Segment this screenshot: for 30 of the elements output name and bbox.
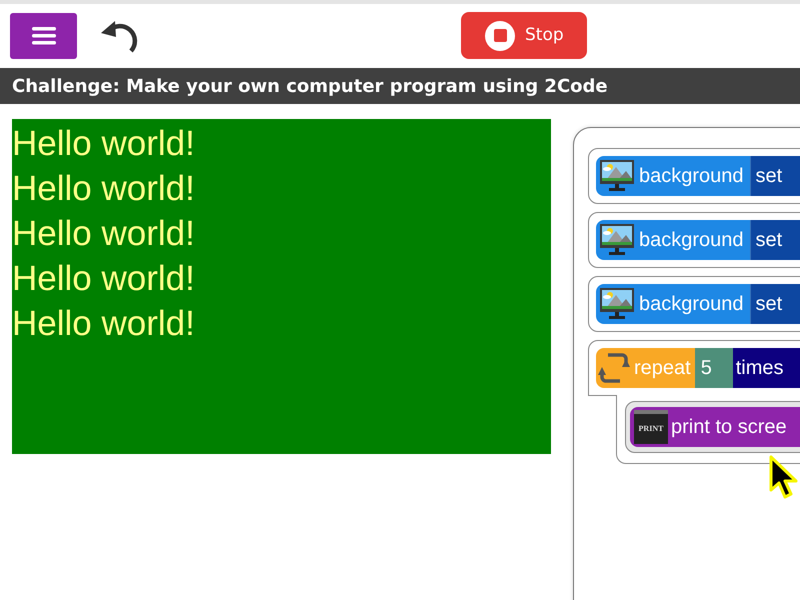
challenge-title: Challenge: Make your own computer program using 2Code [12,74,608,98]
monitor-landscape-icon [599,223,635,257]
menu-button[interactable] [10,13,77,59]
stop-icon [485,20,515,50]
block-label: times [732,348,800,388]
monitor-landscape-icon [599,287,635,321]
set-option[interactable]: set [750,284,800,324]
count-field[interactable]: 5 [694,348,733,388]
block-label: background [639,292,745,317]
set-option[interactable]: set [750,220,800,260]
monitor-landscape-icon [599,159,635,193]
repeat-block[interactable]: repeat 5 times [596,348,800,388]
set-option[interactable]: set [750,156,800,196]
stop-button[interactable]: Stop [461,12,587,59]
block-label: background [639,164,745,189]
background-block[interactable]: background set [596,284,800,324]
print-block[interactable]: PRINT print to scree [630,407,800,447]
loop-arrows-icon [598,351,630,385]
print-screen-icon: PRINT [634,410,668,444]
output-line: Hello world! [12,168,195,210]
output-line: Hello world! [12,303,195,345]
block-label: repeat [634,356,692,381]
output-line: Hello world! [12,258,195,300]
output-line: Hello world! [12,213,195,255]
block-label: print to scree [671,415,788,440]
background-block[interactable]: background set [596,156,800,196]
block-label: background [639,228,745,253]
output-line: Hello world! [12,123,195,165]
menu-icon [32,27,56,45]
background-block[interactable]: background set [596,220,800,260]
